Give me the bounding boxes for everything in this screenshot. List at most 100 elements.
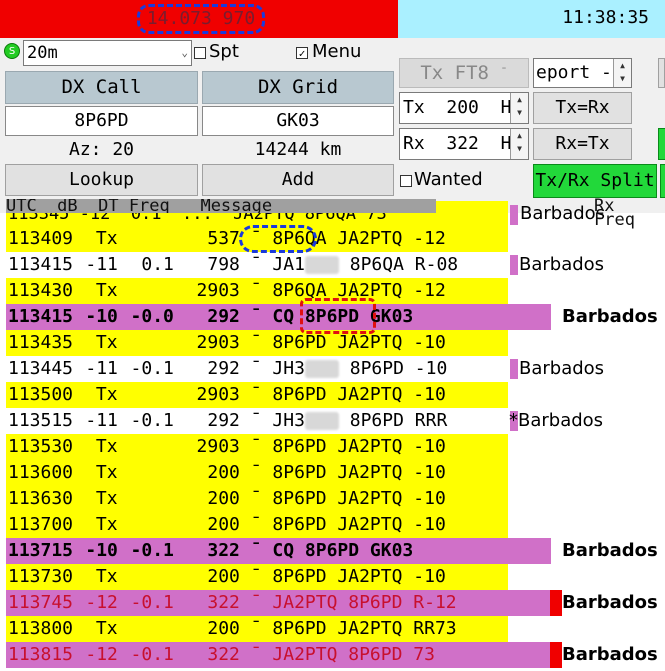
row-utc: 113745 (8, 592, 74, 613)
table-row[interactable]: 113800 Tx 200 ¯ 8P6PD JA2PTQ RR73 (6, 616, 508, 642)
green-edge-button[interactable] (660, 164, 665, 198)
row-dt: -0.1 (130, 644, 174, 665)
tx-equals-rx-button[interactable]: Tx=Rx (533, 92, 632, 124)
row-freq: 292 (207, 306, 240, 327)
row-freq: 537 (207, 228, 240, 249)
wanted-checkbox[interactable] (400, 175, 412, 187)
row-message: 8P6PD JA2PTQ RR73 (272, 618, 457, 639)
distance-readout: 14244 km (254, 139, 342, 160)
wanted-label: Wanted (414, 169, 483, 190)
country-label: Barbados (562, 592, 658, 613)
spt-checkbox[interactable] (194, 47, 206, 59)
edge-button[interactable] (658, 58, 665, 88)
table-row[interactable]: 113430 Tx 2903 ¯ 8P6QA JA2PTQ -12 (6, 278, 508, 304)
row-message: JA2PTQ 8P6PD R-12 (272, 592, 457, 613)
table-row[interactable]: 113730 Tx 200 ¯ 8P6PD JA2PTQ -10 (6, 564, 508, 590)
row-freq: 200 (207, 618, 240, 639)
table-row[interactable]: 113500 Tx 2903 ¯ 8P6PD JA2PTQ -10 (6, 382, 508, 408)
row-utc: 113530 (8, 436, 74, 457)
row-separator: ¯ (239, 592, 273, 613)
country-label: Barbados (562, 644, 658, 665)
row-utc: 113630 (8, 488, 74, 509)
table-row[interactable]: 113515 -11 -0.1 292 ¯ JH3 8P6PD RRR (6, 408, 508, 434)
row-freq: 322 (207, 540, 240, 561)
row-db: Tx (95, 384, 118, 405)
table-row[interactable]: 113630 Tx 200 ¯ 8P6PD JA2PTQ -10 (6, 486, 508, 512)
row-message: CQ 8P6PD GK03 (272, 540, 414, 561)
menu-checkbox[interactable]: ✓ (296, 47, 308, 59)
decode-list[interactable]: 113345 -12 0.1 ... JA2PTQ 8P6QA 73 Barba… (0, 201, 665, 671)
row-message: 8P6PD JA2PTQ -10 (272, 514, 446, 535)
spin-arrows-icon[interactable]: ▲ ▼ (613, 59, 631, 87)
row-db: Tx (95, 436, 118, 457)
table-row[interactable]: 113530 Tx 2903 ¯ 8P6PD JA2PTQ -10 (6, 434, 508, 460)
rx-equals-tx-button[interactable]: Rx=Tx (533, 128, 632, 160)
row-separator: ¯ (239, 618, 273, 639)
report-spinbox[interactable]: eport - ▲ ▼ (533, 58, 632, 88)
row-freq: 200 (207, 566, 240, 587)
redacted-callsign (304, 360, 339, 378)
row-message: 8P6PD JA2PTQ -10 (272, 488, 446, 509)
tx-mode-button[interactable]: Tx FT8 ¯ (399, 58, 529, 88)
row-dt: -0.1 (130, 410, 174, 431)
row-message: 8P6PD JA2PTQ -10 (272, 462, 446, 483)
table-row[interactable]: 113815 -12 -0.1 322 ¯ JA2PTQ 8P6PD 73 (6, 642, 551, 668)
row-utc: 113715 (8, 540, 74, 561)
status-indicator-icon: S (4, 43, 20, 59)
row-db: -11 (85, 254, 118, 275)
row-utc: 113415 (8, 306, 74, 327)
row-utc: 113445 (8, 358, 74, 379)
row-message: 8P6PD JA2PTQ -10 (272, 436, 446, 457)
row-db: -10 (85, 540, 118, 561)
row-db: -12 (85, 644, 118, 665)
table-row[interactable]: 113435 Tx 2903 ¯ 8P6PD JA2PTQ -10 (6, 330, 508, 356)
row-dt: -0.1 (130, 540, 174, 561)
row-db: Tx (95, 462, 118, 483)
redacted-callsign (304, 256, 339, 274)
row-freq: 200 (207, 514, 240, 535)
green-edge-button[interactable] (658, 128, 665, 160)
table-row[interactable]: 113700 Tx 200 ¯ 8P6PD JA2PTQ -10 (6, 512, 508, 538)
add-button[interactable]: Add (202, 164, 394, 196)
tx-rx-split-button[interactable]: Tx/Rx Split (533, 164, 657, 198)
row-utc: 113415 (8, 254, 74, 275)
table-row[interactable]: 113715 -10 -0.1 322 ¯ CQ 8P6PD GK03 (6, 538, 551, 564)
chevron-down-icon: ⌄ (181, 46, 188, 59)
row-utc: 113730 (8, 566, 74, 587)
row-separator: ¯ (239, 410, 273, 431)
rx-frequency-spinbox[interactable]: Rx 322 H ▲ ▼ (399, 128, 529, 160)
priority-marker (550, 642, 562, 668)
country-marker (510, 255, 518, 275)
azimuth-readout: Az: 20 (68, 139, 135, 160)
row-separator: ¯ (239, 280, 273, 301)
row-freq: 292 (207, 358, 240, 379)
tx-frequency-spinbox[interactable]: Tx 200 H ▲ ▼ (399, 92, 529, 124)
row-separator: ¯ (239, 566, 273, 587)
row-db: -12 (85, 592, 118, 613)
lookup-button[interactable]: Lookup (5, 164, 198, 196)
highlight-oval-blue (239, 225, 317, 253)
table-row[interactable]: 113745 -12 -0.1 322 ¯ JA2PTQ 8P6PD R-12 (6, 590, 551, 616)
band-select[interactable]: 20m ⌄ (23, 40, 192, 66)
spin-arrows-icon[interactable]: ▲ ▼ (510, 129, 528, 159)
list-header: UTC dB DT Freq Message (6, 199, 436, 213)
table-row[interactable]: 113415 -11 0.1 798 ¯ JA1 8P6QA R-08 (6, 252, 508, 278)
dx-call-input[interactable]: 8P6PD (5, 106, 198, 136)
row-freq: 322 (207, 592, 240, 613)
row-utc: 113800 (8, 618, 74, 639)
row-separator: ¯ (239, 540, 273, 561)
country-marker (510, 205, 518, 225)
dx-grid-input[interactable]: GK03 (202, 106, 394, 136)
spin-arrows-icon[interactable]: ▲ ▼ (510, 93, 528, 123)
row-freq: 2903 (196, 332, 240, 353)
row-utc: 113430 (8, 280, 74, 301)
table-row[interactable]: 113415 -10 -0.0 292 ¯ CQ 8P6PD GK03 (6, 304, 551, 330)
list-header-rx-freq: Rx Freq (594, 196, 635, 230)
row-freq: 200 (207, 488, 240, 509)
menu-label: Menu (312, 41, 362, 62)
row-db: -10 (85, 306, 118, 327)
table-row[interactable]: 113600 Tx 200 ¯ 8P6PD JA2PTQ -10 (6, 460, 508, 486)
table-row[interactable]: 113445 -11 -0.1 292 ¯ JH3 8P6PD -10 (6, 356, 508, 382)
row-dt: -0.0 (130, 306, 174, 327)
row-dt: -0.1 (130, 592, 174, 613)
